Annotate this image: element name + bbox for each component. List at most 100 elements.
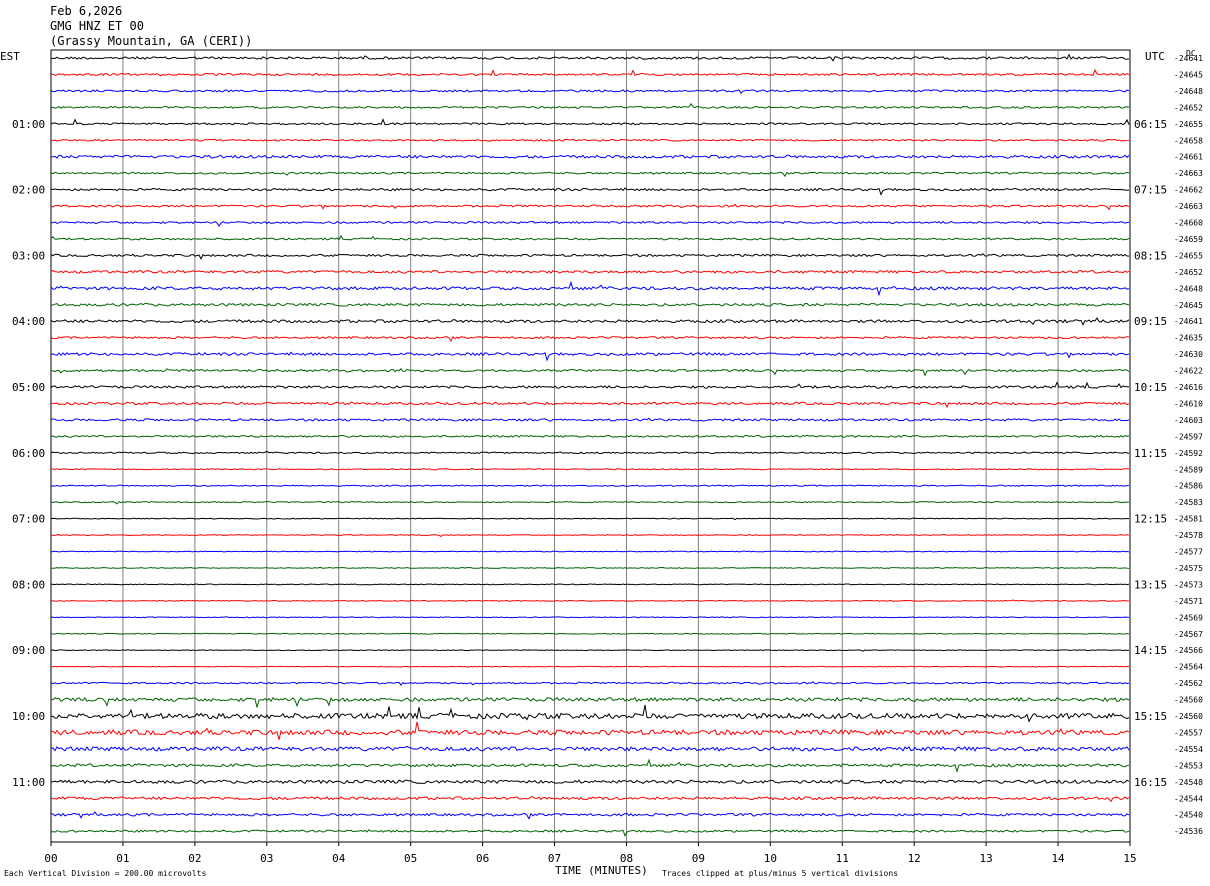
seismic-trace <box>50 550 1130 553</box>
dc-offset-label: -24635 <box>1174 334 1203 343</box>
hour-label-est: 09:00 <box>12 644 45 657</box>
hour-label-est: 01:00 <box>12 118 45 131</box>
seismic-trace <box>50 118 1130 126</box>
dc-offset-label: -24641 <box>1174 317 1203 326</box>
hour-label-utc: 16:15 <box>1134 776 1167 789</box>
seismic-trace <box>50 68 1130 77</box>
seismic-trace <box>50 745 1130 752</box>
seismic-trace <box>50 616 1130 619</box>
hour-label-utc: 10:15 <box>1134 381 1167 394</box>
hour-label-est: 11:00 <box>12 776 45 789</box>
dc-offset-label: -24560 <box>1174 712 1203 721</box>
dc-offset-label: -24554 <box>1174 745 1203 754</box>
dc-offset-label: -24660 <box>1174 219 1203 228</box>
seismic-trace <box>50 417 1130 422</box>
seismic-trace <box>50 102 1130 109</box>
seismic-trace <box>50 829 1130 837</box>
dc-offset-label: -24645 <box>1174 70 1203 79</box>
hour-label-utc: 08:15 <box>1134 249 1167 262</box>
dc-offset-label: -24536 <box>1174 827 1203 836</box>
x-tick-label: 12 <box>908 852 921 865</box>
x-tick-label: 00 <box>44 852 57 865</box>
seismic-trace <box>50 53 1130 62</box>
x-tick-label: 04 <box>332 852 346 865</box>
seismic-trace <box>50 187 1130 196</box>
seismic-trace <box>50 171 1130 178</box>
seismic-trace <box>50 517 1130 521</box>
dc-offset-label: -24578 <box>1174 531 1203 540</box>
dc-offset-label: -24659 <box>1174 235 1203 244</box>
seismic-trace <box>50 811 1130 820</box>
x-tick-label: 11 <box>836 852 849 865</box>
seismic-trace <box>50 534 1130 537</box>
dc-offset-label: -24553 <box>1174 761 1203 770</box>
dc-offset-label: -24589 <box>1174 465 1203 474</box>
seismic-trace <box>50 220 1130 227</box>
x-tick-label: 03 <box>260 852 273 865</box>
dc-offset-label: -24652 <box>1174 268 1203 277</box>
seismic-trace <box>50 138 1130 142</box>
station-label: GMG HNZ ET 00 <box>50 19 144 33</box>
dc-offset-label: -24652 <box>1174 103 1203 112</box>
x-tick-label: 02 <box>188 852 201 865</box>
dc-offset-label: -24564 <box>1174 663 1203 672</box>
dc-offset-label: -24562 <box>1174 679 1203 688</box>
x-axis-title: TIME (MINUTES) <box>555 864 648 877</box>
dc-offset-label: -24592 <box>1174 449 1203 458</box>
seismic-trace <box>50 696 1130 708</box>
seismic-trace <box>50 434 1130 438</box>
seismic-trace <box>50 450 1130 455</box>
hour-label-utc: 12:15 <box>1134 513 1167 526</box>
dc-offset-label: -24645 <box>1174 301 1203 310</box>
dc-offset-label: -24648 <box>1174 87 1203 96</box>
dc-offset-label: -24577 <box>1174 548 1203 557</box>
hour-label-utc: 14:15 <box>1134 644 1167 657</box>
time-grid <box>50 49 1131 843</box>
dc-offset-label: -24544 <box>1174 794 1203 803</box>
dc-offset-label: -24610 <box>1174 399 1203 408</box>
hour-label-est: 05:00 <box>12 381 45 394</box>
dc-offset-label: -24661 <box>1174 153 1203 162</box>
x-tick-label: 01 <box>116 852 129 865</box>
seismic-trace <box>50 351 1130 362</box>
right-timezone-label: UTC <box>1145 50 1165 63</box>
plot-frame <box>50 49 1131 843</box>
hour-label-est: 07:00 <box>12 513 45 526</box>
dc-offset-label: -24571 <box>1174 597 1203 606</box>
left-timezone-label: EST <box>0 50 20 63</box>
clipping-note: Traces clipped at plus/minus 5 vertical … <box>662 869 898 878</box>
location-label: (Grassy Mountain, GA (CERI)) <box>50 34 252 48</box>
dc-offset-label: -24622 <box>1174 367 1203 376</box>
x-tick-label: 06 <box>476 852 489 865</box>
x-tick-label: 09 <box>692 852 705 865</box>
dc-offset-label: -24557 <box>1174 728 1203 737</box>
hour-label-est: 02:00 <box>12 184 45 197</box>
seismic-trace <box>50 335 1130 343</box>
dc-offset-label: -24655 <box>1174 120 1203 129</box>
dc-offset-label: -24581 <box>1174 515 1203 524</box>
seismic-trace <box>50 721 1130 740</box>
dc-offset-label: -24586 <box>1174 482 1203 491</box>
x-tick-label: 14 <box>1051 852 1065 865</box>
dc-offset-label: -24658 <box>1174 136 1203 145</box>
dc-offset-label: -24655 <box>1174 251 1203 260</box>
hour-label-utc: 13:15 <box>1134 578 1167 591</box>
seismic-trace <box>50 302 1130 307</box>
seismic-trace <box>50 567 1130 569</box>
seismic-trace <box>50 317 1130 327</box>
seismic-trace <box>50 632 1130 635</box>
seismic-trace <box>50 704 1130 723</box>
dc-offset-label: -24569 <box>1174 613 1203 622</box>
hour-label-utc: 15:15 <box>1134 710 1167 723</box>
seismic-trace <box>50 500 1130 505</box>
dc-offset-label: -24662 <box>1174 186 1203 195</box>
hour-label-est: 10:00 <box>12 710 45 723</box>
x-tick-label: 13 <box>980 852 993 865</box>
hour-label-utc: 07:15 <box>1134 184 1167 197</box>
dc-offset-label: -24663 <box>1174 169 1203 178</box>
seismic-trace <box>50 649 1130 652</box>
dc-offset-label: -24616 <box>1174 383 1203 392</box>
dc-offset-label: -24548 <box>1174 778 1203 787</box>
seismic-trace <box>50 89 1130 95</box>
seismic-trace <box>50 381 1130 389</box>
